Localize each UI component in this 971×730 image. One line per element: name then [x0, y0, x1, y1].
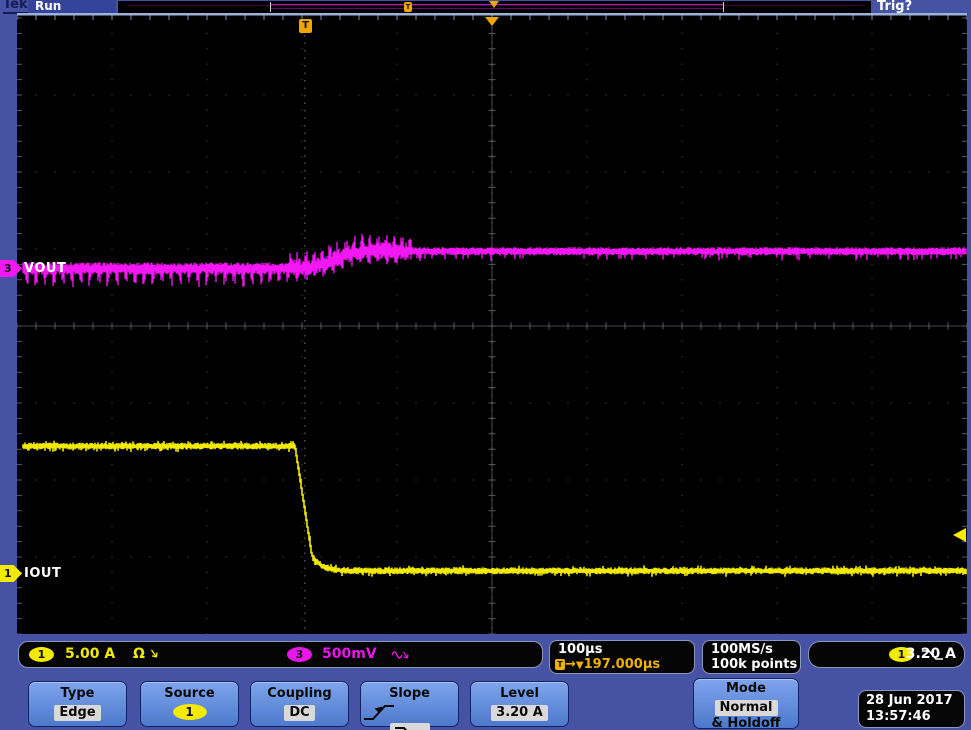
menu-button-source[interactable]: Source 1 [140, 681, 239, 727]
record-trigger-marker-icon: T [404, 2, 412, 12]
top-bar: Tek Run T Trig? [0, 0, 971, 13]
delay-readout: T→▼197.000µs [555, 657, 660, 672]
channel-3-scale: 500mV [322, 646, 377, 662]
falling-edge-icon [392, 724, 428, 730]
record-window-right-bracket [723, 2, 724, 12]
record-length: 100k points [711, 657, 797, 672]
ac-wave-arrow-icon [391, 650, 409, 661]
expansion-triangle-icon: ▼ [576, 660, 584, 671]
timebase-readout-pill[interactable]: 100µs T→▼197.000µs [549, 640, 695, 674]
menu-button-level[interactable]: Level 3.20 A [470, 681, 569, 727]
waveform-display: T [17, 13, 967, 634]
menu-source-value-badge: 1 [173, 704, 207, 720]
channel-readout-pill[interactable]: 1 5.00 A Ω 3 500mV [18, 641, 543, 668]
menu-coupling-value: DC [284, 705, 314, 721]
acquisition-status: Run [28, 0, 116, 13]
menu-button-type[interactable]: Type Edge [28, 681, 127, 727]
menu-level-title: Level [471, 686, 568, 701]
channel-1-coupling-symbol: Ω [133, 646, 145, 662]
record-waveform-line2 [270, 8, 723, 9]
menu-mode-title: Mode [694, 681, 798, 696]
channel-1-scale: 5.00 A [65, 646, 115, 662]
sample-rate: 100MS/s [711, 642, 773, 657]
menu-button-mode[interactable]: Mode Normal & Holdoff [693, 678, 799, 729]
menu-mode-value: Normal [715, 700, 778, 716]
date-value: 28 Jun 2017 [866, 693, 964, 709]
menu-source-title: Source [141, 686, 238, 701]
record-expansion-marker-icon [489, 1, 499, 8]
timebase-scale: 100µs [558, 642, 602, 657]
menu-type-title: Type [29, 686, 126, 701]
oscilloscope-screen: Tek Run T Trig? T 3 1 VOUT IOUT 1 5.00 A… [0, 0, 971, 730]
expansion-point-marker-icon [485, 17, 499, 26]
record-window-left-bracket [270, 2, 271, 12]
menu-button-slope[interactable]: Slope [360, 681, 459, 727]
falling-edge-selected-highlight [390, 723, 430, 730]
record-view-bar[interactable]: T [118, 1, 871, 13]
delay-arrow: → [565, 657, 576, 672]
trigger-readout-pill[interactable]: 1 3.20 A [808, 641, 965, 668]
tek-logo: Tek [3, 0, 28, 14]
delay-value: 197.000µs [584, 657, 661, 672]
channel-3-waveform-label: VOUT [24, 261, 66, 276]
channel-3-badge[interactable]: 3 [287, 647, 312, 662]
datetime-readout: 28 Jun 2017 13:57:46 [858, 690, 965, 728]
channel-1-waveform-label: IOUT [24, 566, 61, 581]
time-value: 13:57:46 [866, 709, 964, 725]
trigger-status-label: Trig? [877, 0, 912, 14]
menu-slope-title: Slope [361, 686, 458, 701]
trigger-position-marker-icon[interactable]: T [299, 19, 312, 33]
graticule-and-traces [17, 13, 967, 634]
trigger-t-icon: T [555, 659, 565, 670]
acquisition-readout-pill[interactable]: 100MS/s 100k points [702, 640, 801, 674]
menu-coupling-title: Coupling [251, 686, 348, 701]
channel-1-badge[interactable]: 1 [29, 647, 54, 662]
menu-mode-value2: & Holdoff [694, 716, 798, 730]
trigger-level-value: 3.20 A [906, 646, 956, 662]
trigger-level-marker-icon[interactable] [953, 528, 966, 542]
rising-edge-icon [361, 701, 397, 723]
menu-level-value: 3.20 A [491, 705, 548, 721]
ohm-arrow-icon [150, 649, 159, 661]
menu-button-coupling[interactable]: Coupling DC [250, 681, 349, 727]
menu-type-value: Edge [54, 705, 100, 721]
